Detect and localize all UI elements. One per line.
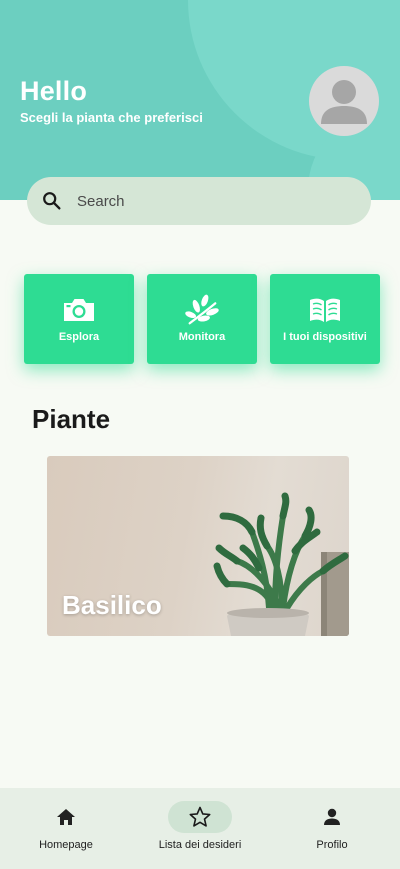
home-icon [34,801,98,833]
nav-wishlist[interactable]: Lista dei desideri [142,788,258,869]
plant-name: Basilico [62,590,162,620]
greeting-title: Hello [20,76,88,106]
search-bar[interactable] [27,177,371,225]
monitor-button[interactable]: Monitora [147,274,257,364]
devices-label: I tuoi dispositivi [283,331,367,343]
nav-homepage[interactable]: Homepage [34,788,98,869]
person-icon [300,801,364,833]
nav-profile[interactable]: Profilo [300,788,364,869]
plant-leaves-icon [184,294,220,325]
plant-card[interactable]: Basilico [47,456,349,636]
star-outline-icon [168,801,232,833]
camera-icon [61,295,97,325]
nav-wishlist-label: Lista dei desideri [158,839,242,851]
explore-button[interactable]: Esplora [24,274,134,364]
monitor-label: Monitora [178,331,226,343]
explore-label: Esplora [58,331,100,343]
plants-section-title: Piante [32,404,111,434]
nav-homepage-label: Homepage [39,839,93,851]
search-icon [43,192,61,210]
search-input[interactable] [77,192,337,210]
header: Hello Scegli la pianta che preferisci [0,0,400,200]
open-book-icon [307,295,343,325]
devices-button[interactable]: I tuoi dispositivi [270,274,380,364]
greeting-subtitle: Scegli la pianta che preferisci [20,110,203,125]
nav-profile-label: Profilo [316,839,348,851]
bottom-navigation: Homepage Lista dei desideri Profilo [0,788,400,869]
user-avatar-icon[interactable] [309,66,379,136]
quick-actions: Esplora Monitora I tuoi dispositivi [24,274,380,364]
